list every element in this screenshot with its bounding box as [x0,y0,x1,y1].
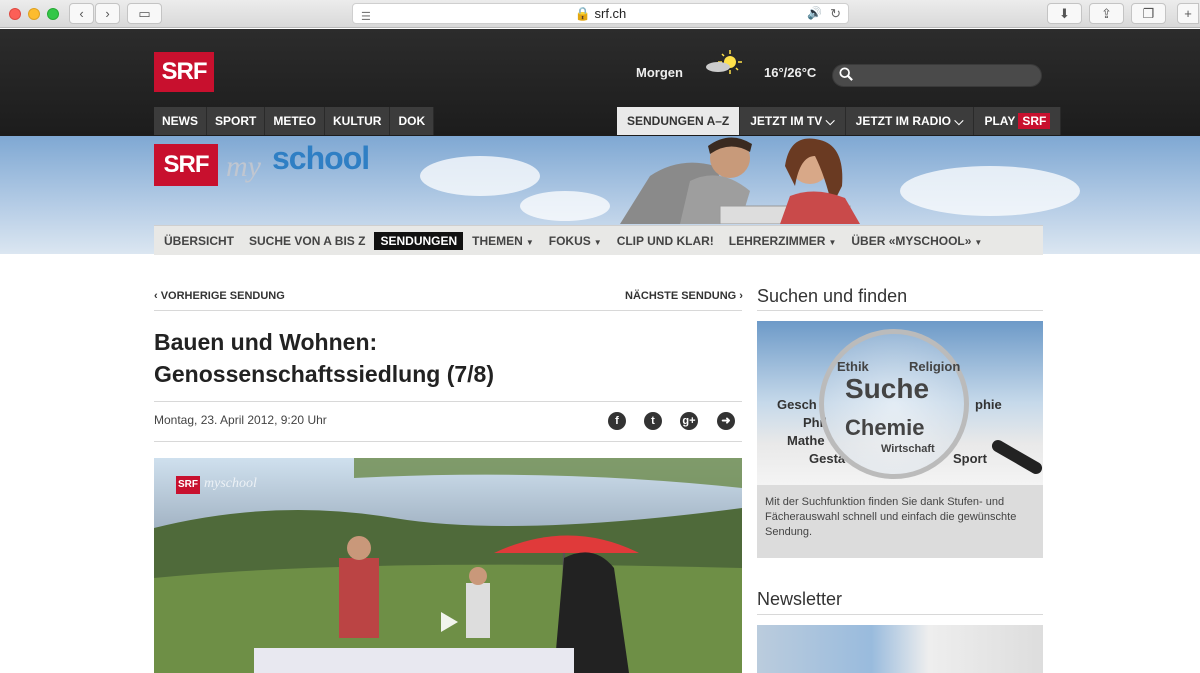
subnav-suche-von-a-bis-z[interactable]: SUCHE VON A BIS Z [243,232,371,250]
myschool-school-text: school [272,140,370,176]
subnav-uebersicht[interactable]: ÜBERSICHT [158,232,240,250]
site-search-input[interactable] [832,64,1042,87]
word-suche: Suche [845,373,930,404]
forward-icon[interactable]: › [95,3,120,24]
tabs-icon[interactable]: ❐ [1131,3,1166,24]
search-icon[interactable] [839,67,853,81]
google-plus-icon[interactable]: g+ [680,412,698,430]
word-ethik: Ethik [837,359,869,374]
main-nav: NEWS SPORT METEO KULTUR DOK [154,107,435,135]
share-icon[interactable]: ➜ [717,412,735,430]
word-mathe: Mathe [787,433,825,448]
chevron-down-icon: ▼ [593,237,602,247]
lock-icon: 🔒 [574,6,591,21]
divider [757,310,1043,311]
back-icon[interactable]: ‹ [69,3,94,24]
browser-toolbar: ‹ › ▭ ☰ 🔒 srf.ch 🔊 ↻ ⬇ ⇪ ❐ + [0,0,1200,28]
nav-play-srf[interactable]: PLAY SRF [974,107,1062,135]
temperature: 16°/26°C [764,65,817,80]
word-sport: Sport [953,451,987,466]
myschool-srf-logo[interactable]: SRF [154,144,218,186]
search-teaser-image: Gesch Phil Mathe Gesta Sport phie Ethik … [757,321,1045,485]
previous-episode-link[interactable]: ‹ VORHERIGE SENDUNG [154,290,285,302]
subnav-sendungen[interactable]: SENDUNGEN [374,231,464,250]
zoom-window-button[interactable] [47,8,59,20]
subnav-themen[interactable]: THEMEN ▼ [466,232,540,250]
myschool-my-text: my [226,150,261,183]
nav-jetzt-im-tv[interactable]: JETZT IM TV ⌵ [740,107,846,135]
downloads-icon[interactable]: ⬇ [1047,3,1082,24]
video-player[interactable]: SRF myschool [154,458,742,673]
word-chemie: Chemie [845,415,925,440]
minimize-window-button[interactable] [28,8,40,20]
speaker-icon[interactable]: 🔊 [807,4,822,23]
divider [154,401,742,402]
newsletter-heading: Newsletter [757,589,843,609]
search-teaser[interactable]: Gesch Phil Mathe Gesta Sport phie Ethik … [757,321,1045,558]
weather-sun-cloud-icon [706,50,742,74]
search-heading: Suchen und finden [757,286,908,306]
nav-sendungen-a-z[interactable]: SENDUNGEN A–Z [617,107,741,135]
magnifier-handle [989,437,1045,477]
subnav-fokus[interactable]: FOKUS ▼ [543,232,608,250]
search-teaser-text: Mit der Suchfunktion finden Sie dank Stu… [765,496,1017,538]
cloud-decoration [520,191,610,221]
nav-jetzt-im-radio[interactable]: JETZT IM RADIO ⌵ [845,107,975,135]
divider [154,310,742,311]
site-header: SRF Morgen 16°/26°C NEWS SPORT METEO KUL… [0,29,1200,136]
video-srf-logo: SRF [176,476,200,494]
srf-logo[interactable]: SRF [154,52,214,92]
twitter-icon[interactable]: t [644,412,662,430]
close-window-button[interactable] [9,8,21,20]
nav-meteo[interactable]: METEO [265,107,326,135]
word-religion: Religion [909,359,961,374]
url-text: srf.ch [594,6,627,21]
nav-dok[interactable]: DOK [390,107,435,135]
nav-news[interactable]: NEWS [154,107,207,135]
reader-icon[interactable]: ☰ [361,8,371,27]
next-episode-link[interactable]: NÄCHSTE SENDUNG › [625,290,743,302]
chevron-down-icon: ▼ [974,237,983,247]
banner-students-image [620,137,860,224]
divider [757,614,1043,615]
divider [154,441,742,442]
facebook-icon[interactable]: f [608,412,626,430]
subnav-lehrerzimmer[interactable]: LEHRERZIMMER ▼ [723,232,843,250]
weather-label: Morgen [636,65,683,80]
play-srf-badge: SRF [1018,113,1051,129]
newsletter-teaser-image[interactable] [757,625,1043,673]
secondary-nav: SENDUNGEN A–Z JETZT IM TV ⌵ JETZT IM RAD… [617,107,1062,135]
publish-date: Montag, 23. April 2012, 9:20 Uhr [154,413,327,427]
chevron-down-icon: ▼ [828,237,837,247]
myschool-subnav: ÜBERSICHT SUCHE VON A BIS Z SENDUNGEN TH… [154,225,1043,255]
video-myschool-watermark: myschool [204,476,257,491]
new-tab-icon[interactable]: + [1177,3,1199,24]
nav-sport[interactable]: SPORT [207,107,266,135]
word-wirtschaft: Wirtschaft [881,443,935,455]
reload-icon[interactable]: ↻ [830,4,841,23]
word-geschichte: Gesch [777,397,817,412]
cloud-decoration [900,166,1080,216]
play-label: PLAY [984,114,1016,128]
title-line-1: Bauen und Wohnen: [154,329,378,355]
nav-kultur[interactable]: KULTUR [325,107,391,135]
subnav-ueber-myschool[interactable]: ÜBER «MYSCHOOL» ▼ [845,232,988,250]
title-line-2: Genossenschaftssiedlung (7/8) [154,361,494,387]
myschool-banner: SRF my school ÜBERSICHT SUCHE VON A BIS … [0,136,1200,255]
word-phie: phie [975,397,1002,412]
page-title: Bauen und Wohnen: Genossenschaftssiedlun… [154,326,744,390]
address-bar[interactable]: ☰ 🔒 srf.ch 🔊 ↻ [352,3,849,24]
cloud-decoration [420,156,540,196]
play-icon[interactable] [441,612,458,632]
subnav-clip-und-klar[interactable]: CLIP UND KLAR! [611,232,720,250]
share-browser-icon[interactable]: ⇪ [1089,3,1124,24]
chevron-down-icon: ▼ [525,237,534,247]
sidebar-toggle-icon[interactable]: ▭ [127,3,162,24]
